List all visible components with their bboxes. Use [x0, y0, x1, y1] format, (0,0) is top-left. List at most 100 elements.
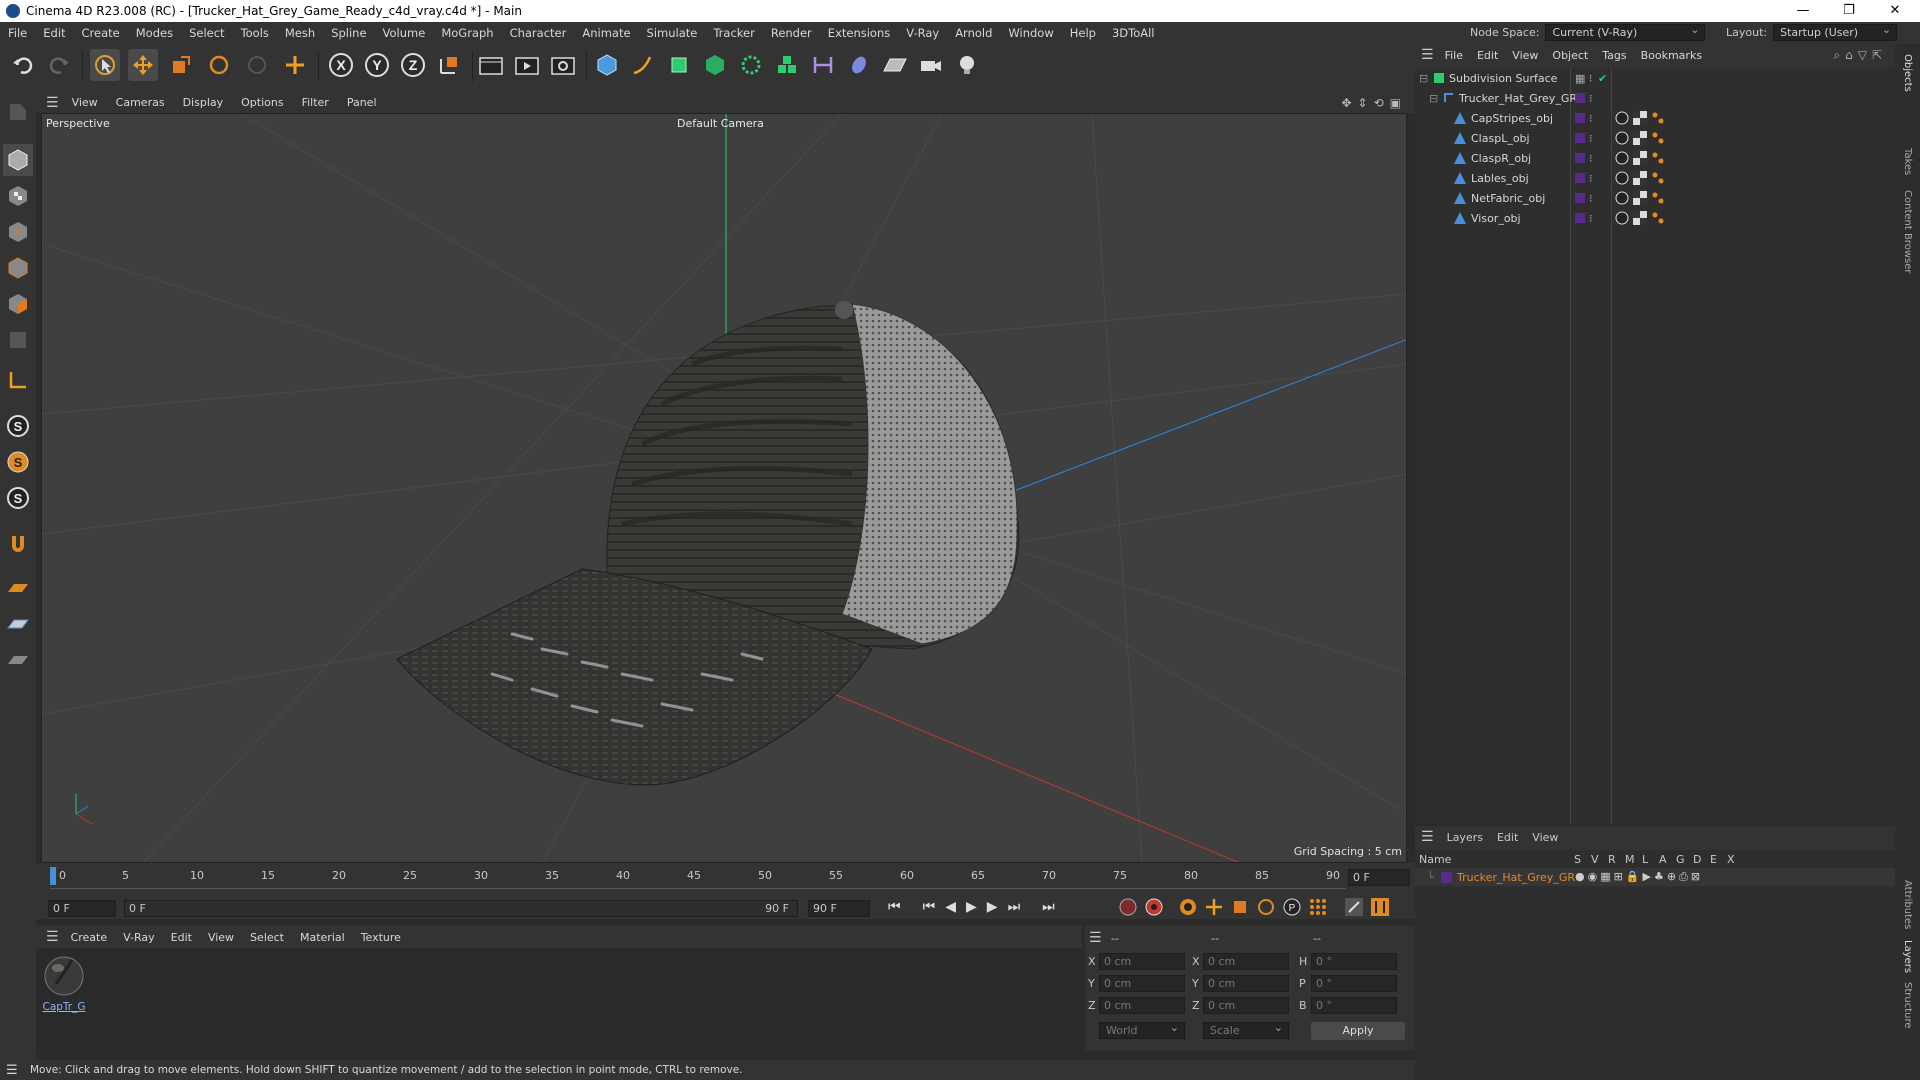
menu-window[interactable]: Window [1000, 26, 1061, 40]
object-row-subdivision-surface[interactable]: ⊟ Subdivision Surface ▦ ⁝ ✔ [1415, 68, 1895, 88]
material-menu-create[interactable]: Create [63, 931, 116, 944]
previous-frame-icon[interactable]: ◀ [945, 899, 956, 915]
subdivision-surface-icon[interactable] [664, 49, 694, 81]
uvw-tag-icon[interactable] [1633, 171, 1647, 185]
visibility-dots[interactable]: ⁝ [1589, 92, 1593, 105]
material-tag-icon[interactable] [1651, 211, 1665, 225]
side-tab-structure[interactable]: Structure [1902, 982, 1913, 1029]
material-tag-icon[interactable] [1651, 151, 1665, 165]
go-to-start-icon[interactable]: ⏮ [888, 899, 901, 915]
menu-arnold[interactable]: Arnold [947, 26, 1000, 40]
current-frame-field[interactable]: 0 F [1348, 869, 1410, 886]
menu-simulate[interactable]: Simulate [639, 26, 706, 40]
size-x-field[interactable]: 0 cm [1203, 953, 1289, 970]
side-tab-takes[interactable]: Takes [1902, 148, 1913, 175]
viewport-menu-cameras[interactable]: Cameras [107, 96, 174, 109]
material-menu-vray[interactable]: V-Ray [115, 931, 163, 944]
previous-key-icon[interactable]: ⏮ [923, 899, 936, 915]
object-menu-bookmarks[interactable]: Bookmarks [1634, 49, 1709, 62]
menu-character[interactable]: Character [502, 26, 575, 40]
hamburger-icon[interactable]: ☰ [1421, 47, 1434, 63]
menu-edit[interactable]: Edit [35, 26, 73, 40]
object-menu-file[interactable]: File [1438, 49, 1470, 62]
menu-select[interactable]: Select [181, 26, 232, 40]
cube-primitive-icon[interactable] [592, 49, 622, 81]
texture-mode-icon[interactable] [3, 180, 33, 212]
menu-extensions[interactable]: Extensions [820, 26, 898, 40]
object-row-claspr[interactable]: ClaspR_obj ⁝ [1415, 148, 1895, 168]
floor-icon[interactable] [880, 49, 910, 81]
selection-tool-icon[interactable] [90, 49, 120, 81]
parameter-key-icon[interactable]: P [1282, 897, 1302, 917]
rotate-tool-icon[interactable] [204, 49, 234, 81]
start-frame-field[interactable]: 0 F [48, 900, 116, 917]
menu-spline[interactable]: Spline [323, 26, 374, 40]
material-menu-view[interactable]: View [200, 931, 242, 944]
menu-volume[interactable]: Volume [375, 26, 434, 40]
x-axis-lock-icon[interactable]: X [326, 49, 356, 81]
rotation-key-icon[interactable] [1256, 897, 1276, 917]
object-tags[interactable] [1615, 151, 1665, 165]
layer-menu-view[interactable]: View [1525, 831, 1565, 844]
material-menu-material[interactable]: Material [292, 931, 353, 944]
viewport-menu-options[interactable]: Options [232, 96, 292, 109]
visibility-dots[interactable]: ⁝ [1589, 152, 1593, 165]
apply-button[interactable]: Apply [1311, 1022, 1405, 1040]
viewport-menu-filter[interactable]: Filter [293, 96, 338, 109]
side-tab-layers[interactable]: Layers [1902, 940, 1913, 973]
camera-icon[interactable] [916, 49, 946, 81]
pos-x-field[interactable]: 0 cm [1099, 953, 1185, 970]
restore-button[interactable]: ❐ [1826, 0, 1872, 22]
visibility-dots[interactable]: ⁝ [1589, 132, 1593, 145]
visibility-dots[interactable]: ▦ ⁝ [1575, 72, 1592, 85]
end-frame-field[interactable]: 90 F [808, 900, 870, 917]
layer-menu-layers[interactable]: Layers [1440, 831, 1490, 844]
menu-mesh[interactable]: Mesh [277, 26, 323, 40]
hamburger-icon[interactable]: ☰ [6, 1063, 18, 1078]
object-manager-search-icons[interactable]: ⌕⌂▽⇱ [1833, 48, 1887, 63]
model-mode-icon[interactable] [3, 144, 33, 176]
snap-icon[interactable]: S [3, 410, 33, 442]
menu-3dtoall[interactable]: 3DToAll [1104, 26, 1163, 40]
menu-help[interactable]: Help [1062, 26, 1104, 40]
viewport-menu-display[interactable]: Display [174, 96, 233, 109]
scale-key-icon[interactable] [1230, 897, 1250, 917]
menu-modes[interactable]: Modes [128, 26, 181, 40]
playhead[interactable] [50, 867, 56, 885]
visibility-dots[interactable]: ⁝ [1589, 212, 1593, 225]
viewport-camera-label[interactable]: Default Camera [677, 117, 764, 130]
uv-mode-icon[interactable] [3, 324, 33, 356]
rot-b-field[interactable]: 0 ° [1311, 997, 1397, 1014]
deformer-icon[interactable] [808, 49, 838, 81]
field-icon[interactable] [844, 49, 874, 81]
close-button[interactable]: ✕ [1872, 0, 1918, 22]
side-tab-attributes[interactable]: Attributes [1902, 880, 1913, 929]
locked-workplane-icon[interactable] [3, 644, 33, 676]
next-key-icon[interactable]: ⏭ [1008, 899, 1021, 915]
cloner-icon[interactable] [736, 49, 766, 81]
visibility-dots[interactable]: ⁝ [1589, 192, 1593, 205]
menu-mograph[interactable]: MoGraph [433, 26, 501, 40]
collapse-icon[interactable]: ⊟ [1419, 72, 1428, 85]
workplane-icon[interactable] [3, 572, 33, 604]
pos-y-field[interactable]: 0 cm [1099, 975, 1185, 992]
menu-tracker[interactable]: Tracker [705, 26, 763, 40]
menu-vray[interactable]: V-Ray [898, 26, 947, 40]
transform-tool-icon[interactable] [280, 49, 310, 81]
layer-menu-edit[interactable]: Edit [1490, 831, 1525, 844]
object-menu-tags[interactable]: Tags [1595, 49, 1633, 62]
snap-settings-icon[interactable]: S [3, 446, 33, 478]
menu-render[interactable]: Render [763, 26, 820, 40]
size-mode-dropdown[interactable]: Scale [1203, 1020, 1289, 1039]
autokey-icon[interactable] [1144, 897, 1164, 917]
uvw-tag-icon[interactable] [1633, 131, 1647, 145]
record-active-objects-icon[interactable] [1118, 897, 1138, 917]
light-icon[interactable] [952, 49, 982, 81]
node-space-dropdown[interactable]: Current (V-Ray) [1545, 22, 1706, 41]
visibility-dots[interactable]: ⁝ [1589, 172, 1593, 185]
points-mode-icon[interactable] [3, 216, 33, 248]
size-y-field[interactable]: 0 cm [1203, 975, 1289, 992]
uvw-tag-icon[interactable] [1633, 111, 1647, 125]
object-menu-edit[interactable]: Edit [1470, 49, 1505, 62]
preview-range-slider[interactable]: 0 F 90 F [124, 900, 798, 917]
